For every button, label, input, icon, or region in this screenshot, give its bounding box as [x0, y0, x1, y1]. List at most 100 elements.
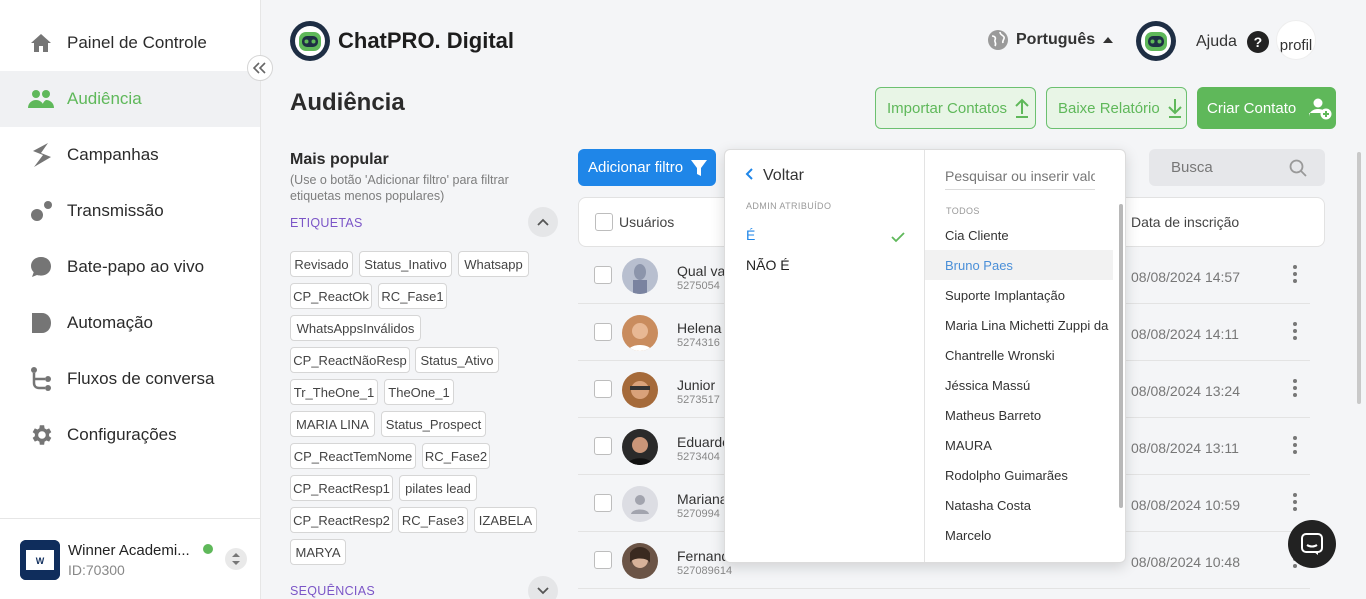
row-checkbox[interactable] — [594, 266, 612, 284]
row-checkbox[interactable] — [594, 551, 612, 569]
language-selector[interactable]: Português — [988, 30, 1114, 50]
col-users-header: Usuários — [619, 214, 675, 230]
person-option[interactable]: Matheus Barreto — [925, 400, 1113, 430]
tag-chip[interactable]: CP_ReactNãoResp — [290, 347, 410, 373]
collapse-tags-button[interactable] — [528, 207, 558, 237]
signup-date: 08/08/2024 10:59 — [1131, 497, 1240, 513]
chat-widget-button[interactable] — [1288, 520, 1336, 568]
person-option[interactable]: MAURA — [925, 430, 1113, 460]
import-contacts-button[interactable]: Importar Contatos — [875, 87, 1036, 129]
back-label: Voltar — [763, 167, 804, 184]
sidebar-item-automacao[interactable]: Automação — [0, 295, 260, 351]
campaign-icon — [28, 142, 54, 168]
sidebar-item-configuracoes[interactable]: Configurações — [0, 407, 260, 463]
bot-avatar-icon[interactable] — [1136, 21, 1176, 61]
contact-name: Junior — [677, 377, 716, 393]
expand-sequences-button[interactable] — [528, 576, 558, 599]
profile-avatar[interactable]: profil — [1276, 20, 1316, 60]
tag-chip[interactable]: pilates lead — [399, 475, 477, 501]
tag-chip[interactable]: Status_Ativo — [415, 347, 499, 373]
person-option[interactable]: Chantrelle Wronski — [925, 340, 1113, 370]
person-option[interactable]: Jéssica Massú — [925, 370, 1113, 400]
popular-title: Mais popular — [290, 151, 389, 168]
more-options-icon[interactable] — [1292, 436, 1298, 456]
create-contact-label: Criar Contato — [1207, 99, 1297, 117]
tag-chip[interactable]: CP_ReactResp1 — [290, 475, 393, 501]
download-report-button[interactable]: Baixe Relatório — [1046, 87, 1187, 129]
more-options-icon[interactable] — [1292, 322, 1298, 342]
all-label: TODOS — [946, 206, 980, 216]
tag-chip[interactable]: RC_Fase2 — [422, 443, 490, 469]
condition-option-is[interactable]: É — [746, 227, 755, 243]
signup-date: 08/08/2024 10:48 — [1131, 554, 1240, 570]
value-search-input[interactable] — [945, 162, 1095, 190]
search-icon — [1289, 159, 1307, 177]
flow-icon — [28, 366, 54, 392]
person-option-highlighted[interactable]: Bruno Paes — [925, 250, 1113, 280]
tag-chip[interactable]: TheOne_1 — [384, 379, 454, 405]
sidebar-item-campanhas[interactable]: Campanhas — [0, 127, 260, 183]
person-option[interactable]: Maria Lina Michetti Zuppi da — [925, 310, 1113, 340]
help-link[interactable]: Ajuda ? — [1196, 31, 1269, 53]
tag-chip[interactable]: MARIA LINA — [290, 411, 375, 437]
contact-phone: 5273517 — [677, 394, 720, 406]
sidebar-item-painel[interactable]: Painel de Controle — [0, 15, 260, 71]
tag-chip[interactable]: Tr_TheOne_1 — [290, 379, 378, 405]
contact-phone: 5275054 — [677, 280, 720, 292]
tag-chip[interactable]: MARYA — [290, 539, 346, 565]
person-option[interactable]: Marcelo — [925, 520, 1113, 550]
col-date-header: Data de inscrição — [1131, 214, 1240, 230]
more-options-icon[interactable] — [1292, 379, 1298, 399]
person-option[interactable]: Suporte Implantação — [925, 280, 1113, 310]
select-all-checkbox[interactable] — [595, 213, 613, 231]
condition-option-is-not[interactable]: NÃO É — [746, 257, 790, 273]
sidebar-item-audiencia[interactable]: Audiência — [0, 71, 260, 127]
page-title: Audiência — [290, 89, 405, 116]
signup-date: 08/08/2024 13:11 — [1131, 440, 1239, 456]
more-options-icon[interactable] — [1292, 493, 1298, 513]
tag-chip[interactable]: WhatsAppsInválidos — [290, 315, 421, 341]
row-checkbox[interactable] — [594, 323, 612, 341]
tag-chip[interactable]: Status_Inativo — [359, 251, 452, 277]
person-option[interactable]: Natasha Costa — [925, 490, 1113, 520]
sidebar-item-label: Automação — [67, 313, 153, 332]
filter-icon — [691, 159, 708, 176]
account-switch-icon[interactable] — [225, 548, 247, 570]
row-checkbox[interactable] — [594, 380, 612, 398]
page-scrollbar[interactable] — [1357, 152, 1361, 404]
account-switcher[interactable]: W Winner Academi... ID:70300 — [0, 518, 260, 599]
row-checkbox[interactable] — [594, 437, 612, 455]
tag-chip[interactable]: CP_ReactResp2 — [290, 507, 393, 533]
sidebar-item-transmissao[interactable]: Transmissão — [0, 183, 260, 239]
check-icon — [891, 230, 905, 246]
tag-chip[interactable]: CP_ReactOk — [290, 283, 372, 309]
chat-icon — [1301, 533, 1323, 555]
tag-chip[interactable]: Whatsapp — [458, 251, 529, 277]
sidebar-item-fluxos[interactable]: Fluxos de conversa — [0, 351, 260, 407]
tag-chip[interactable]: Status_Prospect — [381, 411, 486, 437]
search-placeholder: Busca — [1171, 159, 1213, 176]
row-checkbox[interactable] — [594, 494, 612, 512]
tag-chip[interactable]: IZABELA — [474, 507, 537, 533]
add-filter-button[interactable]: Adicionar filtro — [578, 149, 716, 186]
person-option[interactable]: Rodolpho Guimarães — [925, 460, 1113, 490]
dropdown-scrollbar[interactable] — [1119, 204, 1123, 508]
collapse-sidebar-button[interactable] — [247, 55, 273, 81]
sidebar-item-label: Configurações — [67, 425, 177, 444]
contact-name: Eduardo — [677, 434, 730, 450]
back-button[interactable]: Voltar — [745, 167, 804, 185]
search-input[interactable]: Busca — [1149, 149, 1325, 186]
contact-avatar — [622, 315, 658, 351]
more-options-icon[interactable] — [1292, 265, 1298, 285]
tag-chip[interactable]: CP_ReactTemNome — [290, 443, 416, 469]
contact-name: Mariana — [677, 491, 728, 507]
tag-chip[interactable]: RC_Fase1 — [378, 283, 447, 309]
tag-chip[interactable]: RC_Fase3 — [398, 507, 468, 533]
sidebar-item-label: Bate-papo ao vivo — [67, 257, 205, 276]
tag-chip[interactable]: Revisado — [290, 251, 353, 277]
contact-name: Qual va — [677, 263, 726, 279]
person-option[interactable]: Cia Cliente — [925, 220, 1113, 250]
create-contact-button[interactable]: Criar Contato — [1197, 87, 1336, 129]
sidebar-item-bate-papo[interactable]: Bate-papo ao vivo — [0, 239, 260, 295]
add-filter-label: Adicionar filtro — [588, 159, 684, 176]
